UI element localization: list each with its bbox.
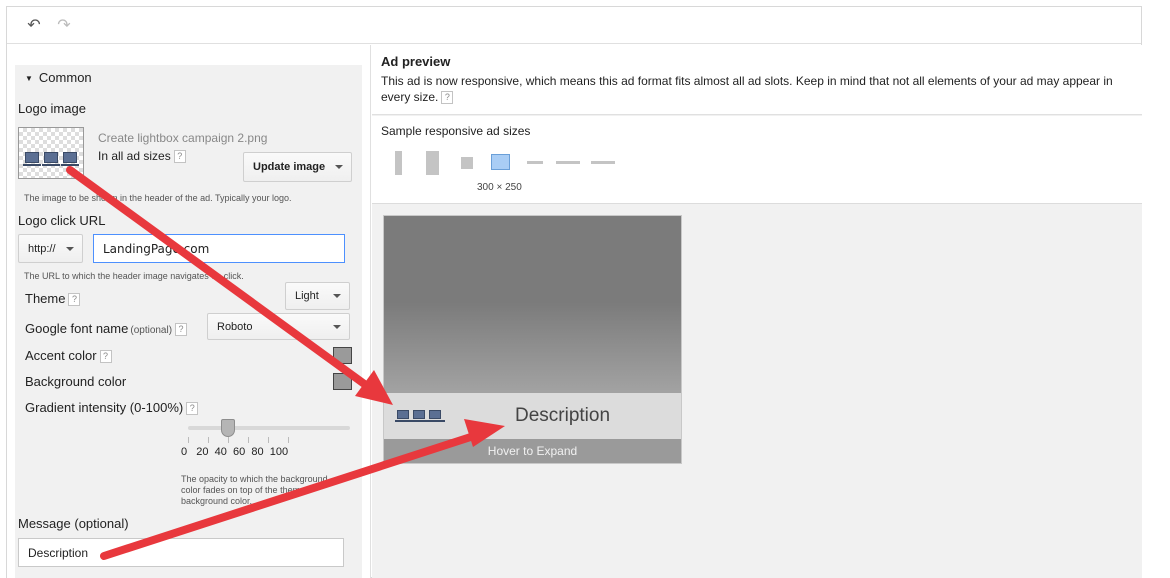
ad-description-band: Description	[384, 393, 681, 439]
help-icon[interactable]: ?	[68, 293, 81, 307]
scale-label: 0	[181, 446, 188, 458]
preview-header: Ad preview This ad is now responsive, wh…	[372, 45, 1142, 115]
toolbar: ↶ ↷	[7, 7, 1141, 44]
help-icon[interactable]: ?	[441, 91, 454, 105]
preview-description-text: This ad is now responsive, which means t…	[381, 74, 1113, 104]
message-label: Message (optional)	[18, 516, 129, 531]
logo-url-input[interactable]: LandingPage.com	[93, 234, 345, 263]
ad-preview[interactable]: Description Hover to Expand	[383, 215, 682, 464]
editor-window: ↶ ↷ ▼ Common Logo image Create lightbox c…	[6, 6, 1142, 578]
message-input[interactable]: Description	[18, 538, 344, 567]
redo-icon[interactable]: ↷	[53, 15, 75, 35]
size-option[interactable]	[426, 151, 439, 175]
ad-description: Description	[515, 405, 611, 426]
help-icon[interactable]: ?	[186, 402, 199, 416]
background-color-swatch[interactable]	[333, 373, 352, 390]
settings-panel: ▼ Common Logo image Create lightbox campa…	[15, 65, 362, 578]
size-option-selected[interactable]	[491, 154, 510, 170]
size-option[interactable]	[591, 161, 615, 164]
size-option[interactable]	[527, 161, 543, 164]
scale-label: 20	[196, 446, 209, 458]
slider-scale: 0 20 40 60 80 100	[181, 446, 321, 458]
size-option[interactable]	[461, 157, 473, 169]
monitor-icon	[42, 152, 60, 166]
scale-label: 100	[269, 446, 289, 458]
monitor-icon	[61, 152, 79, 166]
preview-description: This ad is now responsive, which means t…	[381, 73, 1137, 105]
font-select[interactable]: Roboto	[207, 313, 350, 340]
logo-url-value: LandingPage.com	[103, 241, 210, 256]
scale-label: 40	[214, 446, 227, 458]
chevron-down-icon	[66, 246, 74, 251]
preview-column: Ad preview This ad is now responsive, wh…	[372, 45, 1142, 578]
logo-image-label: Logo image	[18, 101, 86, 116]
logo-filename: Create lightbox campaign 2.png	[98, 131, 268, 145]
accent-color-swatch[interactable]	[333, 347, 352, 364]
slider-tick	[208, 437, 209, 443]
monitor-icon	[23, 152, 41, 166]
undo-icon[interactable]: ↶	[23, 15, 45, 35]
font-optional: (optional)	[130, 325, 173, 336]
logo-url-label: Logo click URL	[18, 213, 106, 228]
chevron-down-icon	[335, 165, 343, 169]
background-color-label: Background color	[25, 374, 127, 389]
monitor-icon	[395, 410, 413, 422]
collapse-triangle-icon: ▼	[25, 74, 33, 84]
gradient-hint: The opacity to which the background colo…	[181, 474, 328, 506]
update-image-button[interactable]: Update image	[243, 152, 352, 182]
section-toggle[interactable]: ▼ Common	[25, 70, 92, 85]
slider-tick	[268, 437, 269, 443]
slider-track	[188, 426, 350, 430]
protocol-value: http://	[28, 242, 56, 255]
chevron-down-icon	[333, 294, 341, 298]
font-label: Google font name (optional)?	[25, 321, 188, 337]
ad-footer: Hover to Expand	[384, 439, 681, 463]
sample-sizes-label: Sample responsive ad sizes	[381, 124, 531, 138]
protocol-select[interactable]: http://	[18, 234, 83, 263]
monitor-icon	[411, 410, 429, 422]
logo-thumbnail[interactable]	[18, 127, 84, 179]
size-option[interactable]	[395, 151, 402, 175]
preview-title: Ad preview	[381, 54, 451, 69]
slider-tick	[228, 437, 229, 443]
logo-sizes-text: In all ad sizes	[98, 149, 171, 163]
settings-column: ▼ Common Logo image Create lightbox campa…	[7, 45, 371, 578]
slider-knob[interactable]	[221, 419, 235, 437]
theme-label: Theme?	[25, 291, 81, 307]
font-value: Roboto	[217, 320, 253, 333]
font-label-text: Google font name	[25, 321, 129, 336]
scale-label: 60	[233, 446, 246, 458]
update-image-label: Update image	[253, 161, 326, 173]
gradient-slider[interactable]	[188, 417, 350, 447]
chevron-down-icon	[333, 324, 341, 329]
gradient-text: Gradient intensity (0-100%)	[25, 400, 184, 415]
theme-select[interactable]: Light	[285, 282, 350, 310]
monitor-icon	[427, 410, 445, 422]
logo-hint: The image to be shown in the header of t…	[24, 193, 292, 203]
slider-tick	[288, 437, 289, 443]
theme-value: Light	[295, 290, 319, 302]
accent-color-text: Accent color	[25, 348, 97, 363]
slider-tick	[188, 437, 189, 443]
gradient-label: Gradient intensity (0-100%)?	[25, 400, 199, 416]
section-title: Common	[38, 70, 92, 85]
selected-size-label: 300 × 250	[477, 182, 522, 193]
logo-sizes: In all ad sizes?	[98, 149, 186, 164]
help-icon[interactable]: ?	[173, 150, 186, 164]
message-value: Description	[28, 545, 89, 560]
help-icon[interactable]: ?	[175, 323, 188, 337]
scale-label: 80	[251, 446, 264, 458]
theme-text: Theme	[25, 291, 66, 306]
size-option[interactable]	[556, 161, 580, 164]
help-icon[interactable]: ?	[99, 350, 112, 364]
slider-tick	[248, 437, 249, 443]
url-hint: The URL to which the header image naviga…	[24, 271, 244, 281]
sample-sizes-section: Sample responsive ad sizes 300 × 250	[372, 116, 1142, 204]
accent-color-label: Accent color?	[25, 348, 112, 364]
